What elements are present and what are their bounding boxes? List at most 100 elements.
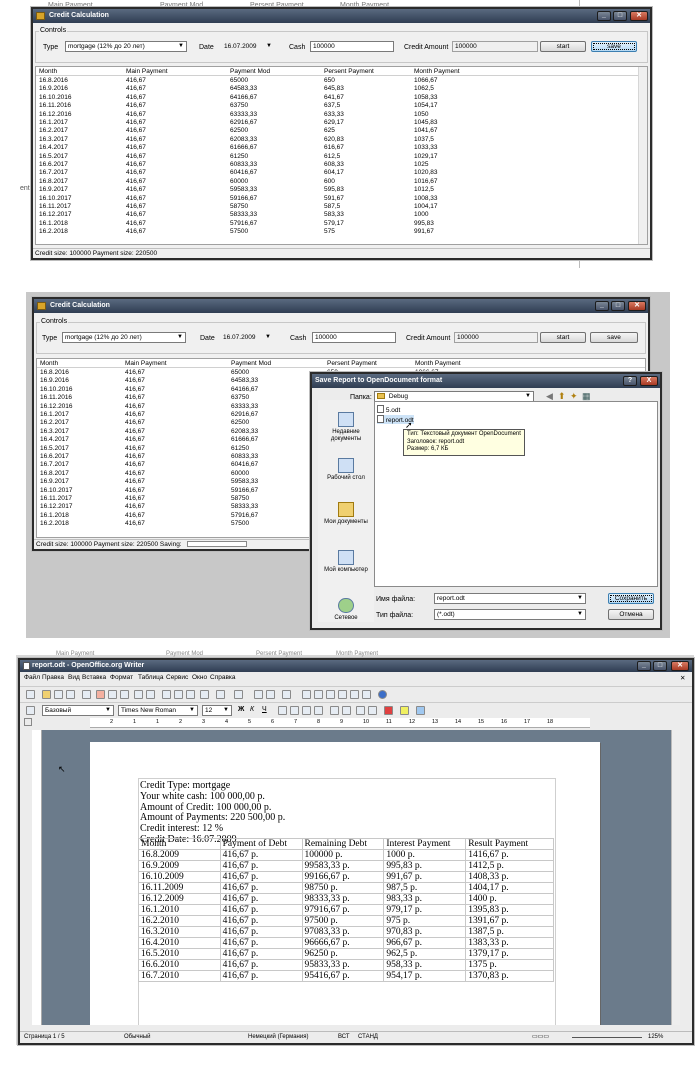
italic-button[interactable]: К [250,706,254,713]
type-dropdown[interactable]: mortgage (12% до 20 лет) ▼ [62,332,186,343]
paste-icon[interactable] [186,690,195,699]
maximize-button[interactable]: □ [613,11,627,21]
underline-button[interactable]: Ч [262,706,267,713]
redo-icon[interactable] [234,690,243,699]
data-sources-icon[interactable] [338,690,347,699]
styles-icon[interactable] [26,706,35,715]
navigator-icon[interactable] [314,690,323,699]
save-button[interactable]: save [591,41,637,52]
table-row[interactable]: 16.2.2010 416,67 р. 97500 р. 975 р. 1391,67 … [138,915,554,927]
cash-input[interactable]: 100000 [312,332,396,343]
close-document-icon[interactable]: ✕ [680,674,685,682]
table-row[interactable]: 16.11.2017 416,67 58750 587,5 1004,17 [36,203,647,211]
table-row[interactable]: 16.9.2009 416,67 р. 99583,33 р. 995,83 р. 14… [138,860,554,872]
save-button[interactable]: save [590,332,638,343]
table-row[interactable]: 16.1.2010 416,67 р. 97916,67 р. 979,17 р. 13… [138,904,554,916]
column-header[interactable]: Main Payment [126,68,168,75]
format-paintbrush-icon[interactable] [200,690,209,699]
column-header[interactable]: Month Payment [415,360,461,367]
table-row[interactable]: 16.2.2018 416,67 57500 575 991,67 [36,228,647,236]
table-row[interactable]: 16.8.2017 416,67 60000 600 1016,67 [36,178,647,186]
date-picker[interactable]: 16.07.2009 ▼ [220,332,274,343]
hyperlink-icon[interactable] [254,690,263,699]
table-row[interactable]: 16.1.2018 416,67 57916,67 579,17 995,83 [36,220,647,228]
table-row[interactable]: 16.4.2010 416,67 р. 96666,67 р. 966,67 р. 13… [138,937,554,949]
file-list[interactable]: 5.odt report.odt ➚ Тип: Текстовый докуме… [374,401,658,587]
dialog-cancel-button[interactable]: Отмена [608,609,654,620]
table-row[interactable]: 16.12.2017 416,67 58333,33 583,33 1000 [36,211,647,219]
font-color-icon[interactable] [384,706,393,715]
open-icon[interactable] [42,690,51,699]
vertical-ruler[interactable] [32,730,42,1025]
minimize-button[interactable]: _ [595,301,609,311]
zoom-slider[interactable] [572,1037,642,1038]
payments-grid[interactable]: Month Main Payment Payment Mod Persent P… [35,66,648,245]
start-button[interactable]: start [540,332,586,343]
table-row[interactable]: 16.12.2009 416,67 р. 98333,33 р. 983,33 р. 1… [138,893,554,905]
insert-mode[interactable]: ВСТ [338,1032,350,1043]
document-line[interactable]: Amount of Credit: 100 000,00 р. [140,802,271,813]
show-draw-functions-icon[interactable] [282,690,291,699]
maximize-button[interactable]: □ [611,301,625,311]
filetype-dropdown[interactable]: (*.odt) ▼ [434,609,586,620]
menu-insert[interactable]: Вставка [82,674,106,681]
place-computer[interactable]: Мой компьютер [318,550,374,574]
table-row[interactable]: 16.8.2009 416,67 р. 100000 р. 1000 р. 1416,6… [138,849,554,861]
minimize-button[interactable]: _ [597,11,611,21]
table-row[interactable]: 16.12.2016 416,67 63333,33 633,33 1050 [36,111,647,119]
filename-input[interactable]: report.odt ▼ [434,593,586,604]
table-row[interactable]: 16.10.2017 416,67 59166,67 591,67 1008,33 [36,195,647,203]
document-line[interactable]: Your white cash: 100 000,00 р. [140,791,265,802]
font-name-dropdown[interactable]: Times New Roman ▼ [118,705,198,716]
grid-scrollbar[interactable] [638,67,647,244]
date-picker[interactable]: 16.07.2009 ▼ [221,41,275,52]
table-row[interactable]: 16.10.2016 416,67 64166,67 641,67 1058,33 [36,94,647,102]
column-header[interactable]: Payment Mod [230,68,270,75]
highlight-icon[interactable] [400,706,409,715]
nonprinting-characters-icon[interactable] [350,690,359,699]
dialog-save-button[interactable]: Сохранить [608,593,654,604]
file-item[interactable]: 5.odt [377,405,400,414]
table-row[interactable]: 16.2.2017 416,67 62500 625 1041,67 [36,127,647,135]
align-left-icon[interactable] [278,706,287,715]
table-row[interactable]: 16.6.2010 416,67 р. 95833,33 р. 958,33 р. 13… [138,959,554,971]
column-header[interactable]: Month [39,68,57,75]
place-recent[interactable]: Недавние документы [318,412,374,443]
menu-format[interactable]: Формат [110,674,133,681]
export-pdf-icon[interactable] [96,690,105,699]
undo-icon[interactable] [216,690,225,699]
zoom-icon[interactable] [362,690,371,699]
menu-tools[interactable]: Сервис [166,674,188,681]
close-button[interactable]: ✕ [630,11,648,21]
table-header-row[interactable]: Month Payment of Debt Remaining Debt Intere… [138,838,554,850]
start-button[interactable]: start [540,41,586,52]
email-icon[interactable] [66,690,75,699]
cash-input[interactable]: 100000 [310,41,394,52]
table-row[interactable]: 16.6.2017 416,67 60833,33 608,33 1025 [36,161,647,169]
table-row[interactable]: 16.4.2017 416,67 61666,67 616,67 1033,33 [36,144,647,152]
type-dropdown[interactable]: mortgage (12% до 20 лет) ▼ [65,41,187,52]
maximize-button[interactable]: □ [653,661,667,671]
help-button[interactable]: ? [623,376,637,386]
copy-icon[interactable] [174,690,183,699]
close-button[interactable]: ✕ [671,661,689,671]
table-row[interactable]: 16.8.2016 416,67 65000 650 1066,67 [36,77,647,85]
column-header[interactable]: Persent Payment [324,68,374,75]
table-row[interactable]: 16.3.2010 416,67 р. 97083,33 р. 970,83 р. 13… [138,926,554,938]
table-row[interactable]: 16.9.2016 416,67 64583,33 645,83 1062,5 [36,85,647,93]
help-icon[interactable] [378,690,387,699]
table-row[interactable]: 16.7.2017 416,67 60416,67 604,17 1020,83 [36,169,647,177]
document-line[interactable]: Amount of Payments: 220 500,00 р. [140,812,285,823]
menu-table[interactable]: Таблица [138,674,164,681]
view-layout-icon[interactable]: ▭▭▭ [532,1032,549,1043]
menu-help[interactable]: Справка [210,674,236,681]
cut-icon[interactable] [162,690,171,699]
place-network[interactable]: Сетевое [318,598,374,622]
place-documents[interactable]: Мои документы [318,502,374,526]
align-right-icon[interactable] [302,706,311,715]
table-row[interactable]: 16.11.2009 416,67 р. 98750 р. 987,5 р. 1404,… [138,882,554,894]
document-page[interactable]: Credit Type: mortgage Your white cash: 10… [90,742,600,1025]
menu-window[interactable]: Окно [192,674,207,681]
column-header[interactable]: Payment Mod [231,360,271,367]
vertical-scrollbar[interactable] [671,730,680,1025]
